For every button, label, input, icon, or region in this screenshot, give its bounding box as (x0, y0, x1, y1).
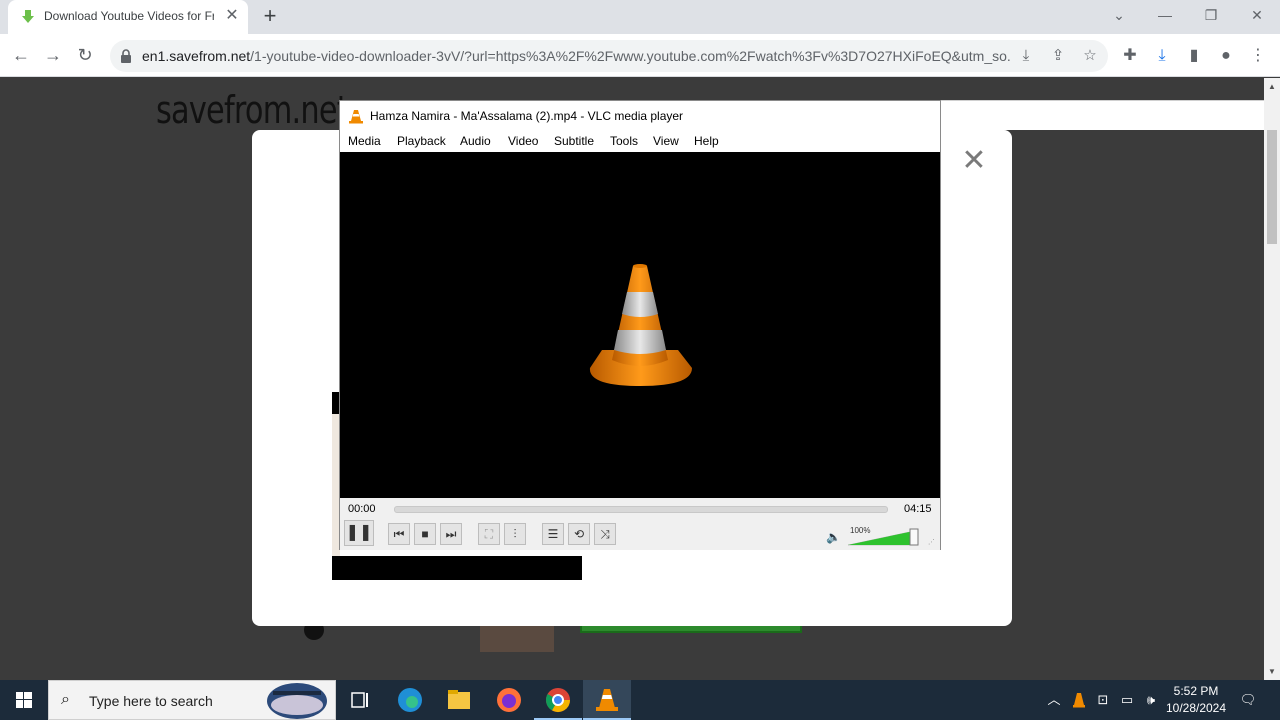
task-view-button[interactable] (336, 680, 384, 720)
share-icon[interactable]: ⇪ (1048, 46, 1068, 66)
taskbar-clock[interactable]: 5:52 PM 10/28/2024 (1160, 683, 1232, 717)
search-placeholder: Type here to search (89, 693, 213, 709)
menu-tools[interactable]: Tools (610, 134, 638, 148)
firefox-taskbar-button[interactable] (485, 680, 533, 720)
vlc-tray-icon[interactable] (1068, 680, 1090, 720)
profile-avatar-icon[interactable]: ● (1215, 45, 1237, 67)
minimize-button[interactable]: — (1150, 4, 1180, 28)
search-icon: ⌕ (61, 691, 70, 708)
seek-bar[interactable] (394, 506, 888, 513)
menu-playback[interactable]: Playback (397, 134, 446, 148)
modal-close-icon[interactable]: ✕ (960, 146, 988, 176)
vlc-taskbar-button[interactable] (583, 680, 631, 720)
network-icon[interactable]: ▭ (1116, 680, 1138, 720)
vlc-titlebar[interactable]: Hamza Namira - Ma'Assalama (2).mp4 - VLC… (340, 101, 940, 131)
vlc-icon (596, 689, 618, 711)
menu-subtitle[interactable]: Subtitle (554, 134, 594, 148)
chrome-menu-icon[interactable]: ⋮ (1247, 45, 1269, 67)
page-scrollbar[interactable]: ▲ ▼ (1264, 78, 1280, 680)
vlc-cone-logo (589, 264, 692, 386)
browser-tab[interactable]: Download Youtube Videos for Fr ✕ (8, 0, 248, 34)
resize-grip-icon[interactable]: ⋰ (928, 538, 935, 546)
vlc-window: Hamza Namira - Ma'Assalama (2).mp4 - VLC… (339, 100, 941, 550)
downloads-icon[interactable]: ⤓ (1151, 45, 1173, 67)
menu-view[interactable]: View (653, 134, 679, 148)
clock-time: 5:52 PM (1173, 684, 1219, 698)
windows-start-button[interactable] (0, 680, 48, 720)
fullscreen-button[interactable]: ⛶ (478, 523, 500, 545)
volume-speaker-icon[interactable]: 🔈 (826, 530, 841, 544)
restore-button[interactable]: ❐ (1196, 4, 1226, 28)
extensions-puzzle-icon[interactable]: ✚ (1119, 45, 1141, 67)
bookmark-star-icon[interactable]: ☆ (1080, 46, 1100, 66)
scroll-up-arrow-icon[interactable]: ▲ (1268, 82, 1276, 91)
taskbar-search-box[interactable]: ⌕ Type here to search (48, 680, 336, 720)
previous-button[interactable]: ⏮ (388, 523, 410, 545)
volume-percent: 100% (850, 526, 871, 535)
show-hidden-icons-chevron-icon[interactable]: ︿ (1044, 680, 1064, 720)
extended-settings-button[interactable]: ⫶ (504, 523, 526, 545)
stop-button[interactable]: ■ (414, 523, 436, 545)
task-view-icon (351, 692, 368, 708)
menu-video[interactable]: Video (508, 134, 538, 148)
chrome-icon (545, 688, 570, 713)
shuffle-button[interactable]: ⤨ (594, 523, 616, 545)
close-window-button[interactable]: ✕ (1242, 4, 1272, 28)
install-app-icon[interactable]: ⤓ (1016, 46, 1036, 66)
back-arrow-icon[interactable]: ← (8, 43, 34, 69)
vlc-video-area[interactable] (340, 152, 940, 498)
forward-arrow-icon[interactable]: → (40, 43, 66, 69)
tab-close-icon[interactable]: ✕ (224, 8, 240, 24)
scroll-down-arrow-icon[interactable]: ▼ (1268, 667, 1276, 676)
reload-icon[interactable]: ↻ (72, 43, 98, 69)
new-tab-button[interactable]: + (258, 5, 282, 29)
vlc-window-title: Hamza Namira - Ma'Assalama (2).mp4 - VLC… (370, 109, 684, 123)
edge-taskbar-button[interactable] (386, 680, 434, 720)
pause-button[interactable]: ❚❚ (344, 520, 374, 546)
firefox-icon (497, 688, 521, 712)
elapsed-time: 00:00 (348, 503, 376, 515)
browser-tabstrip: Download Youtube Videos for Fr ✕ + ⌄ — ❐… (0, 0, 1280, 34)
total-time[interactable]: 04:15 (904, 503, 932, 515)
savefrom-favicon-icon (22, 10, 34, 23)
browser-toolbar: ← → ↻ en1.savefrom.net/1-youtube-video-d… (0, 34, 1280, 77)
savefrom-logo[interactable]: savefrom.net (156, 88, 349, 132)
chrome-taskbar-button[interactable] (534, 680, 582, 720)
vlc-menubar: Media Playback Audio Video Subtitle Tool… (340, 131, 940, 152)
notifications-icon[interactable]: 🗨 (1234, 680, 1262, 720)
vlc-titlebar-extension (940, 100, 1264, 130)
lock-icon (121, 49, 131, 63)
menu-help[interactable]: Help (694, 134, 719, 148)
scrollbar-thumb[interactable] (1267, 130, 1277, 244)
menu-audio[interactable]: Audio (460, 134, 491, 148)
meet-now-icon[interactable]: ⊡ (1092, 680, 1114, 720)
folder-icon (448, 690, 470, 709)
windows-logo-icon (16, 692, 32, 708)
url-text: en1.savefrom.net/1-youtube-video-downloa… (142, 48, 1012, 64)
windows-taskbar: ⌕ Type here to search ︿ ⊡ ▭ 🕪 5:52 PM 10… (0, 680, 1280, 720)
address-bar[interactable]: en1.savefrom.net/1-youtube-video-downloa… (110, 40, 1108, 72)
side-panel-icon[interactable]: ▮ (1183, 45, 1205, 67)
clock-date: 10/28/2024 (1165, 701, 1227, 715)
vlc-cone-icon (349, 110, 363, 124)
video-thumbnail-bottom (332, 556, 582, 580)
menu-media[interactable]: Media (348, 134, 381, 148)
tab-search-icon[interactable]: ⌄ (1104, 4, 1134, 28)
volume-tray-icon[interactable]: 🕪 (1140, 680, 1162, 720)
tab-title: Download Youtube Videos for Fr (44, 9, 214, 23)
file-explorer-taskbar-button[interactable] (435, 680, 483, 720)
next-button[interactable]: ⏭ (440, 523, 462, 545)
search-highlight-image[interactable] (267, 683, 327, 719)
edge-icon (398, 688, 422, 712)
loop-button[interactable]: ⟲ (568, 523, 590, 545)
playlist-button[interactable]: ☰ (542, 523, 564, 545)
vlc-controls: 00:00 04:15 ❚❚ ⏮ ■ ⏭ ⛶ ⫶ ☰ ⟲ ⤨ 🔈 100% ⋰ (340, 498, 940, 550)
